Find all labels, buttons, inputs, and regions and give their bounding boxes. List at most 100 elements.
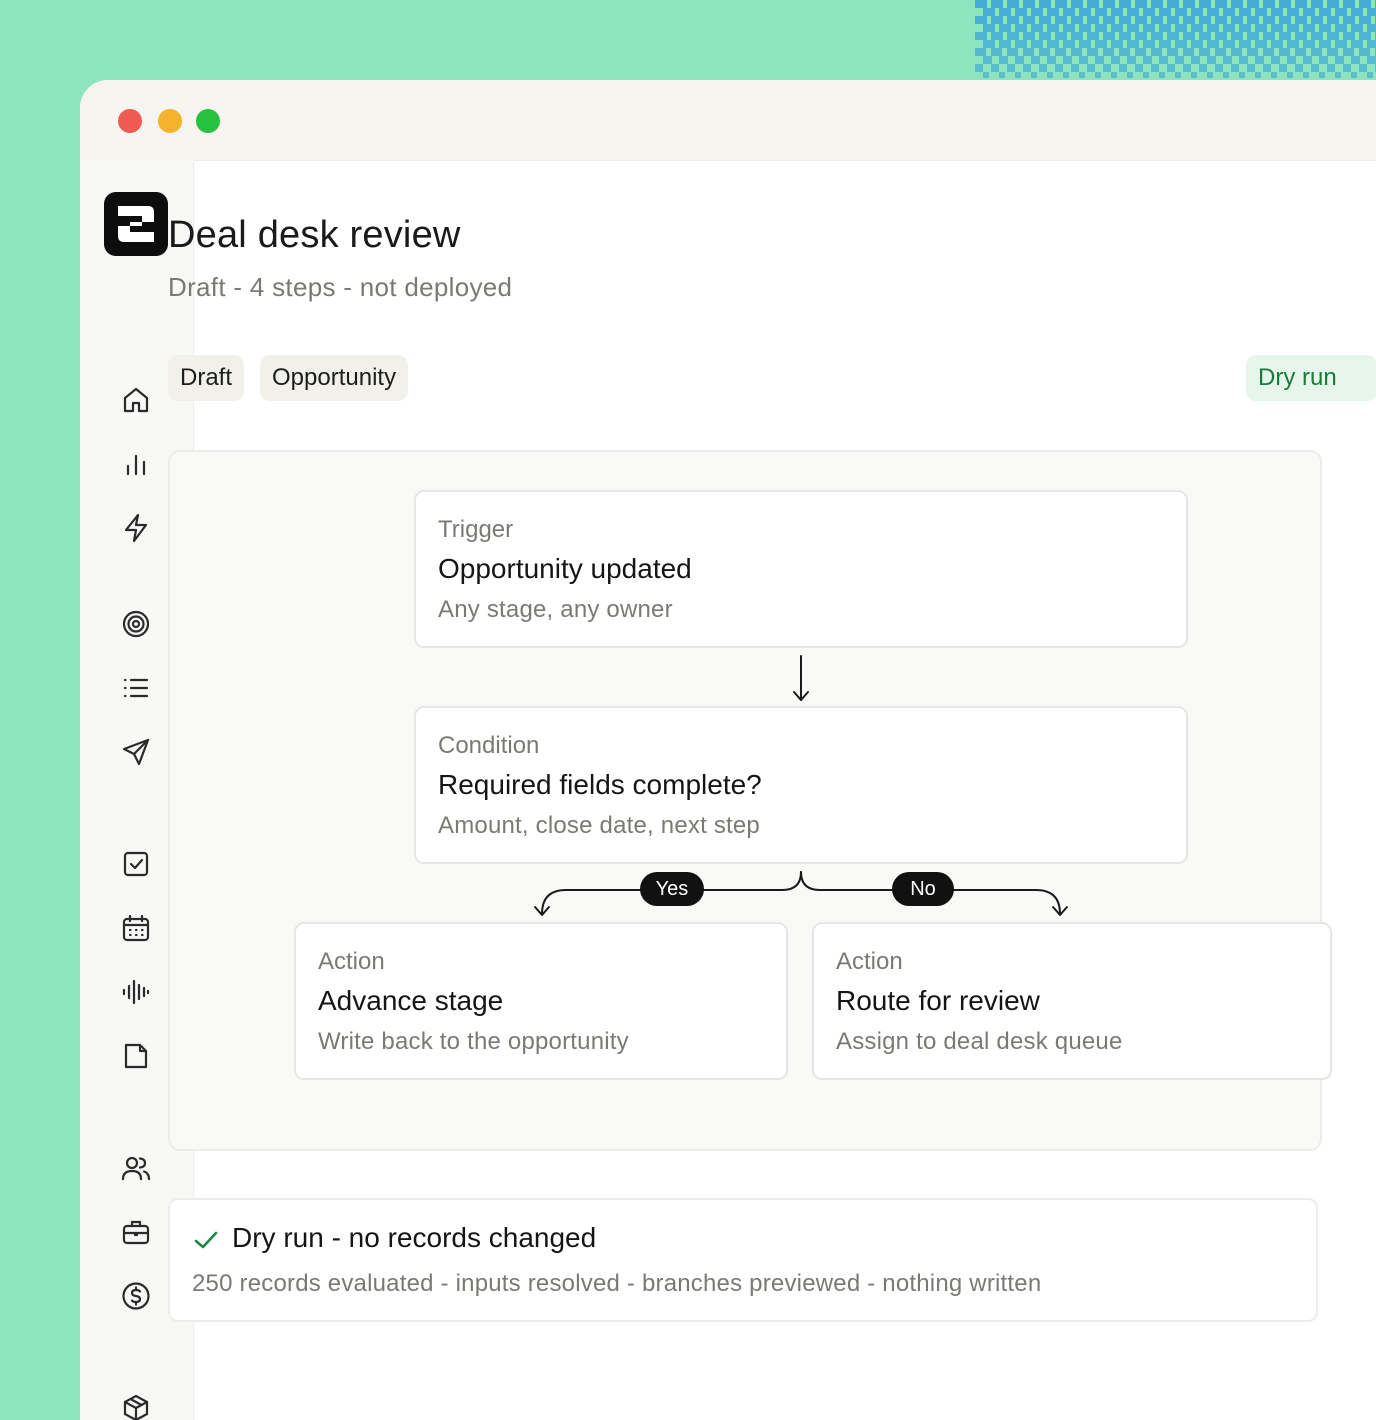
pixel-square: [1295, 16, 1307, 24]
pixel-square: [991, 32, 1003, 40]
pixel-square: [1303, 56, 1312, 64]
action-node-route-for-review[interactable]: Action Route for review Assign to deal d…: [812, 922, 1332, 1080]
pixel-square: [1119, 48, 1130, 56]
trigger-node[interactable]: Trigger Opportunity updated Any stage, a…: [414, 490, 1188, 648]
node-description: Amount, close date, next step: [438, 812, 760, 839]
pixel-square: [1183, 32, 1195, 40]
close-window-button[interactable]: [118, 109, 142, 133]
pixel-square: [1271, 8, 1283, 16]
pixel-square: [975, 48, 986, 56]
waveform-icon[interactable]: [118, 974, 154, 1010]
pixel-square: [1071, 32, 1083, 40]
pixel-square: [1159, 8, 1171, 16]
title-bar: [80, 80, 1376, 161]
minimize-window-button[interactable]: [158, 109, 182, 133]
pixel-square: [1335, 56, 1344, 64]
pixel-square: [999, 24, 1011, 32]
checkbox-icon[interactable]: [118, 846, 154, 882]
pixel-square: [1111, 8, 1123, 16]
target-icon[interactable]: [118, 606, 154, 642]
pixel-square: [1135, 32, 1147, 40]
pixel-square: [1119, 16, 1131, 24]
node-name: Required fields complete?: [438, 769, 762, 800]
pixel-square: [1295, 0, 1307, 8]
send-icon[interactable]: [118, 734, 154, 770]
pixel-square: [1335, 40, 1347, 48]
package-icon[interactable]: [118, 1390, 154, 1420]
pixel-square: [1079, 56, 1088, 64]
pixel-square: [1343, 16, 1355, 24]
bar-chart-icon[interactable]: [118, 446, 154, 482]
pixel-square: [1063, 56, 1072, 64]
briefcase-icon[interactable]: [118, 1214, 154, 1250]
pixel-square: [1015, 40, 1027, 48]
pixel-square: [983, 24, 995, 32]
pixel-square: [1351, 24, 1363, 32]
pixel-square: [1231, 64, 1239, 72]
pixel-square: [1063, 40, 1075, 48]
pixel-square: [1271, 72, 1277, 78]
pixel-square: [1343, 48, 1354, 56]
lightning-icon[interactable]: [118, 510, 154, 546]
pixel-square: [999, 40, 1011, 48]
pixel-square: [1055, 32, 1067, 40]
pixel-square: [1071, 16, 1083, 24]
document-icon[interactable]: [118, 1038, 154, 1074]
pixel-square: [1047, 56, 1056, 64]
pixel-square: [1119, 32, 1131, 40]
pixel-square: [1023, 64, 1031, 72]
pixel-square: [1295, 32, 1307, 40]
condition-node[interactable]: Condition Required fields complete? Amou…: [414, 706, 1188, 864]
pixel-square: [1039, 0, 1051, 8]
pixel-square: [1135, 0, 1147, 8]
pixel-square: [1311, 16, 1323, 24]
pixel-square: [1143, 40, 1155, 48]
pixel-square: [1271, 56, 1280, 64]
pixel-square: [1359, 16, 1371, 24]
maximize-window-button[interactable]: [196, 109, 220, 133]
pixel-square: [1327, 16, 1339, 24]
status-chip[interactable]: Draft: [168, 355, 245, 401]
pixel-square: [1167, 64, 1175, 72]
dry-run-button[interactable]: Dry run: [1246, 355, 1376, 401]
pixel-square: [1127, 24, 1139, 32]
pixel-square: [1215, 0, 1227, 8]
object-chip[interactable]: Opportunity: [260, 355, 409, 401]
pixel-square: [1119, 64, 1127, 72]
pixel-square: [1031, 8, 1043, 16]
pixel-square: [1151, 32, 1163, 40]
pixel-square: [1103, 64, 1111, 72]
pixel-square: [1159, 24, 1171, 32]
list-icon[interactable]: [118, 670, 154, 706]
result-description: 250 records evaluated - inputs resolved …: [192, 1270, 1042, 1297]
pixel-square: [1151, 16, 1163, 24]
pixel-square: [1095, 72, 1101, 78]
pixel-square: [1023, 32, 1035, 40]
action-node-advance-stage[interactable]: Action Advance stage Write back to the o…: [294, 922, 788, 1080]
app-logo[interactable]: [104, 192, 168, 256]
pixel-square: [1007, 64, 1015, 72]
pixel-square: [1255, 40, 1267, 48]
pixel-square: [1239, 56, 1248, 64]
pixel-square: [1255, 56, 1264, 64]
pixel-square: [1287, 8, 1299, 16]
pixel-square: [983, 72, 989, 78]
calendar-icon[interactable]: [118, 910, 154, 946]
pixel-square: [1303, 40, 1315, 48]
pixel-square: [1023, 48, 1034, 56]
node-kind: Condition: [438, 732, 540, 759]
pixel-square: [1111, 56, 1120, 64]
home-icon[interactable]: [118, 382, 154, 418]
pixel-square: [1095, 8, 1107, 16]
pixel-square: [1319, 40, 1331, 48]
pixel-square: [1047, 40, 1059, 48]
pixel-square: [1319, 56, 1328, 64]
node-kind: Action: [318, 948, 385, 975]
pixel-square: [1047, 72, 1053, 78]
pixel-square: [1095, 56, 1104, 64]
users-icon[interactable]: [118, 1150, 154, 1186]
pixel-square: [1223, 8, 1235, 16]
dollar-icon[interactable]: [118, 1278, 154, 1314]
pixel-square: [1159, 72, 1165, 78]
pixel-square: [1247, 32, 1259, 40]
